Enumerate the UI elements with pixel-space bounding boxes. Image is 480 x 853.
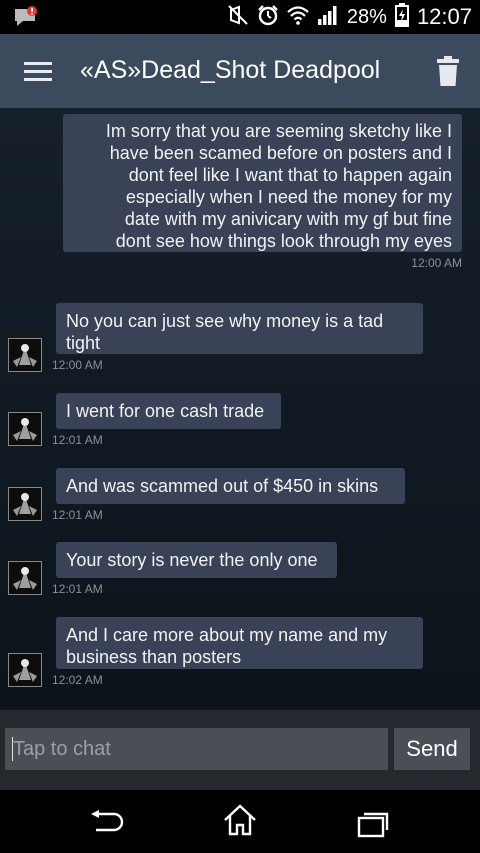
message-line: have been scamed before on posters and I bbox=[109, 143, 452, 163]
message-line: especially when I need the money for my bbox=[125, 187, 452, 207]
message-timestamp: 12:00 AM bbox=[52, 358, 103, 372]
message-line: dont feel like I want that to happen aga… bbox=[128, 165, 452, 185]
sent-message-bubble[interactable]: Im sorry that you are seeming sketchy li… bbox=[63, 114, 462, 252]
recent-apps-icon[interactable] bbox=[356, 810, 390, 843]
message-timestamp: 12:01 AM bbox=[52, 433, 103, 447]
avatar[interactable] bbox=[8, 412, 42, 446]
message-line: tight bbox=[66, 333, 101, 353]
navigation-bar bbox=[0, 790, 480, 853]
message-line: dont see how things look through my eyes bbox=[115, 231, 452, 251]
message-timestamp: 12:02 AM bbox=[52, 673, 103, 687]
avatar[interactable] bbox=[8, 487, 42, 521]
message-line: No you can just see why money is a tad bbox=[66, 311, 384, 331]
message-timestamp: 12:01 AM bbox=[52, 508, 103, 522]
battery-charging-icon bbox=[394, 2, 409, 32]
battery-percent: 28% bbox=[346, 5, 387, 28]
received-message-bubble[interactable]: No you can just see why money is a tad t… bbox=[56, 303, 423, 354]
trash-icon[interactable] bbox=[436, 56, 460, 86]
avatar[interactable] bbox=[8, 338, 42, 372]
status-bar: 28% 12:07 bbox=[0, 0, 480, 34]
message-composer: Send bbox=[0, 710, 480, 790]
signal-icon bbox=[317, 4, 339, 31]
text-cursor bbox=[12, 737, 13, 761]
received-message-bubble[interactable]: I went for one cash trade bbox=[56, 393, 281, 429]
home-icon[interactable] bbox=[222, 804, 258, 841]
back-icon[interactable] bbox=[88, 810, 124, 841]
message-line: Im sorry that you are seeming sketchy li… bbox=[105, 121, 452, 141]
wifi-icon bbox=[287, 5, 309, 30]
message-line: business than posters bbox=[66, 647, 242, 667]
app-bar: «AS»Dead_Shot Deadpool bbox=[0, 34, 480, 108]
message-line: date with my anivicary with my gf but fi… bbox=[124, 209, 452, 229]
status-time: 12:07 bbox=[416, 4, 472, 29]
message-line: And was scammed out of $450 in skins bbox=[66, 476, 379, 496]
message-line: Your story is never the only one bbox=[66, 550, 318, 570]
alarm-icon bbox=[257, 4, 279, 31]
message-timestamp: 12:01 AM bbox=[52, 582, 103, 596]
chat-history[interactable]: Im sorry that you are seeming sketchy li… bbox=[0, 108, 480, 710]
received-message-bubble[interactable]: And was scammed out of $450 in skins bbox=[56, 468, 405, 504]
message-line: I went for one cash trade bbox=[66, 401, 265, 421]
avatar[interactable] bbox=[8, 653, 42, 687]
chat-input[interactable] bbox=[5, 728, 388, 770]
send-button[interactable]: Send bbox=[394, 728, 470, 770]
hamburger-menu-icon[interactable] bbox=[24, 62, 52, 82]
received-message-bubble[interactable]: Your story is never the only one bbox=[56, 542, 337, 578]
mute-icon bbox=[227, 4, 249, 31]
chat-title: «AS»Dead_Shot Deadpool bbox=[80, 56, 381, 84]
message-timestamp: 12:00 AM bbox=[411, 256, 462, 270]
message-line: And I care more about my name and my bbox=[66, 625, 388, 645]
notification-icon bbox=[12, 6, 38, 33]
avatar[interactable] bbox=[8, 561, 42, 595]
received-message-bubble[interactable]: And I care more about my name and my bus… bbox=[56, 617, 423, 669]
